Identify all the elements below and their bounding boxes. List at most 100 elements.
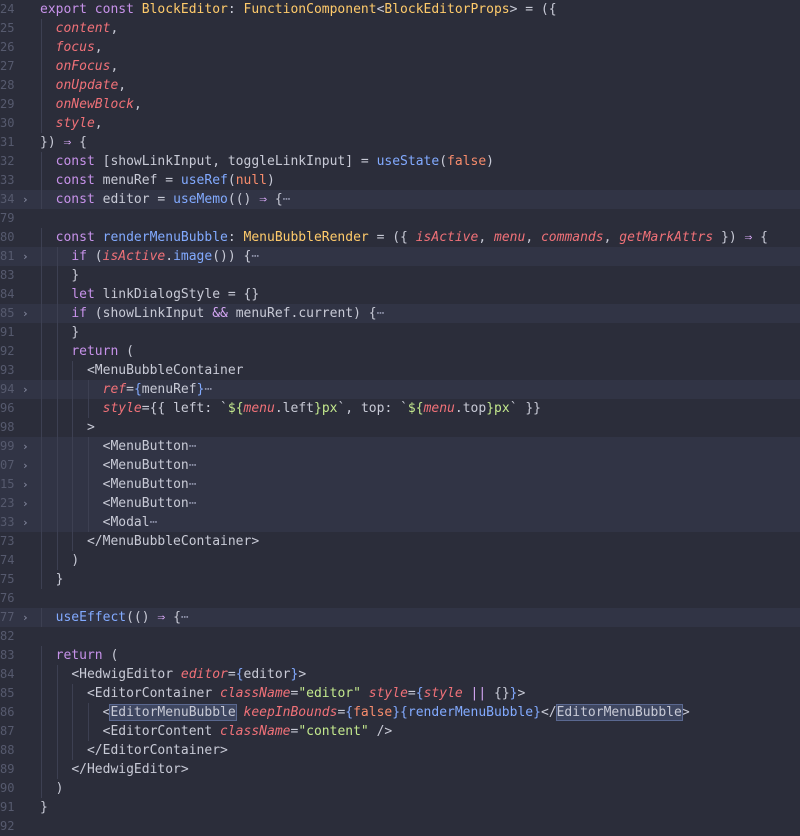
code-token: <EditorContent	[102, 724, 221, 739]
code-line[interactable]: 24 export const BlockEditor: FunctionComp…	[0, 0, 800, 19]
code-text: style,	[40, 114, 800, 133]
code-token: {	[133, 382, 142, 397]
chevron-right-icon[interactable]: ›	[22, 380, 34, 399]
fold-ellipsis-icon[interactable]: ⋯	[189, 477, 197, 492]
code-line[interactable]: 98 >	[0, 418, 800, 437]
code-line[interactable]: 85 <EditorContainer className = "editor" s…	[0, 684, 800, 703]
code-line[interactable]: 91}	[0, 798, 800, 817]
indent-guide	[56, 665, 58, 684]
code-line[interactable]: 74 )	[0, 551, 800, 570]
code-line[interactable]: 81 › if (isActive.image()) {⋯	[0, 247, 800, 266]
fold-ellipsis-icon[interactable]: ⋯	[181, 610, 189, 625]
indent-guide	[41, 323, 42, 342]
code-line[interactable]: 79	[0, 209, 800, 228]
code-token: isActive	[102, 249, 166, 264]
line-number: 92	[0, 344, 15, 358]
chevron-right-icon[interactable]: ›	[22, 475, 34, 494]
code-line[interactable]: 76	[0, 589, 800, 608]
chevron-right-icon[interactable]: ›	[22, 190, 34, 209]
fold-ellipsis-icon[interactable]: ⋯	[251, 249, 259, 264]
code-line[interactable]: 15 › <MenuButton⋯	[0, 475, 800, 494]
code-text: const [showLinkInput, toggleLinkInput] =…	[40, 152, 800, 171]
code-token: ] =	[345, 154, 377, 169]
indent-guide	[72, 456, 74, 475]
fold-ellipsis-icon[interactable]: ⋯	[283, 192, 291, 207]
indent-guide	[41, 703, 42, 722]
code-line[interactable]: 34 › const editor = useMemo(() ⇒ {⋯	[0, 190, 800, 209]
code-line[interactable]: 96 style={{ left: `${menu.left}px`, top:…	[0, 399, 800, 418]
code-token: className	[220, 686, 291, 701]
code-line[interactable]: 07 › <MenuButton⋯	[0, 456, 800, 475]
code-token: &&	[204, 306, 236, 321]
chevron-right-icon[interactable]: ›	[22, 304, 34, 323]
code-line[interactable]: 23 › <MenuButton⋯	[0, 494, 800, 513]
code-token: current	[298, 306, 354, 321]
code-line[interactable]: 73 </MenuBubbleContainer>	[0, 532, 800, 551]
chevron-right-icon[interactable]: ›	[22, 608, 34, 627]
indent-guide	[72, 684, 74, 703]
code-line[interactable]: 82	[0, 627, 800, 646]
code-line[interactable]: 28 onUpdate,	[0, 76, 800, 95]
chevron-right-icon[interactable]: ›	[22, 494, 34, 513]
code-line[interactable]: 88 </EditorContainer>	[0, 741, 800, 760]
fold-ellipsis-icon[interactable]: ⋯	[150, 515, 158, 530]
indent-guide	[41, 494, 42, 513]
code-token: <EditorContainer	[86, 686, 221, 701]
code-line[interactable]: 33 › <Modal⋯	[0, 513, 800, 532]
code-line[interactable]: 32 const [showLinkInput, toggleLinkInput…	[0, 152, 800, 171]
code-line[interactable]: 84 let linkDialogStyle = {}	[0, 285, 800, 304]
code-token: style	[423, 686, 463, 701]
code-line[interactable]: 83 return (	[0, 646, 800, 665]
fold-ellipsis-icon[interactable]: ⋯	[377, 306, 385, 321]
fold-ellipsis-icon[interactable]: ⋯	[189, 458, 197, 473]
code-text: content,	[40, 19, 800, 38]
code-line[interactable]: 25 content,	[0, 19, 800, 38]
highlighted-token: EditorMenuBubble	[109, 704, 237, 721]
code-line[interactable]: 75 }	[0, 570, 800, 589]
code-line[interactable]: 27 onFocus,	[0, 57, 800, 76]
fold-ellipsis-icon[interactable]: ⋯	[204, 382, 212, 397]
code-line[interactable]: 86 <EditorMenuBubble keepInBounds={false…	[0, 703, 800, 722]
code-token: }	[313, 401, 322, 416]
code-text: </HedwigEditor>	[40, 760, 800, 779]
chevron-right-icon[interactable]: ›	[22, 456, 34, 475]
code-line[interactable]: 80 const renderMenuBubble: MenuBubbleRen…	[0, 228, 800, 247]
code-line[interactable]: 90 )	[0, 779, 800, 798]
code-line[interactable]: 99 › <MenuButton⋯	[0, 437, 800, 456]
code-line[interactable]: 77 › useEffect(() ⇒ {⋯	[0, 608, 800, 627]
code-line[interactable]: 31}) ⇒ {	[0, 133, 800, 152]
fold-ellipsis-icon[interactable]: ⋯	[189, 496, 197, 511]
chevron-right-icon[interactable]: ›	[22, 513, 34, 532]
code-token: >	[681, 705, 690, 720]
code-line[interactable]: 89 </HedwigEditor>	[0, 760, 800, 779]
code-line[interactable]: 85 › if (showLinkInput && menuRef.current…	[0, 304, 800, 323]
indent-guide	[72, 361, 74, 380]
code-token: {	[345, 705, 354, 720]
code-line[interactable]: 87 <EditorContent className="content" />	[0, 722, 800, 741]
indent-guide	[41, 114, 42, 133]
code-editor[interactable]: 24 export const BlockEditor: FunctionComp…	[0, 0, 800, 836]
code-token: }	[40, 800, 48, 815]
code-line[interactable]: 26 focus,	[0, 38, 800, 57]
code-line[interactable]: 84 <HedwigEditor editor={editor}>	[0, 665, 800, 684]
code-token: }	[71, 325, 80, 340]
code-line[interactable]: 92 return (	[0, 342, 800, 361]
code-token: image	[173, 249, 213, 264]
code-line[interactable]: 33 const menuRef = useRef(null)	[0, 171, 800, 190]
chevron-right-icon[interactable]: ›	[22, 247, 34, 266]
fold-ellipsis-icon[interactable]: ⋯	[189, 439, 197, 454]
code-line[interactable]: 30 style,	[0, 114, 800, 133]
code-token: <MenuButton	[102, 458, 189, 473]
code-token: >	[86, 420, 95, 435]
code-line[interactable]: 93 <MenuBubbleContainer	[0, 361, 800, 380]
code-line[interactable]: 91 }	[0, 323, 800, 342]
chevron-right-icon[interactable]: ›	[22, 437, 34, 456]
code-line[interactable]: 94 › ref={menuRef}⋯	[0, 380, 800, 399]
code-line[interactable]: 29 onNewBlock,	[0, 95, 800, 114]
code-line[interactable]: 83 }	[0, 266, 800, 285]
code-token: =	[149, 192, 174, 207]
code-token: }	[509, 686, 518, 701]
code-line[interactable]: 92	[0, 817, 800, 836]
